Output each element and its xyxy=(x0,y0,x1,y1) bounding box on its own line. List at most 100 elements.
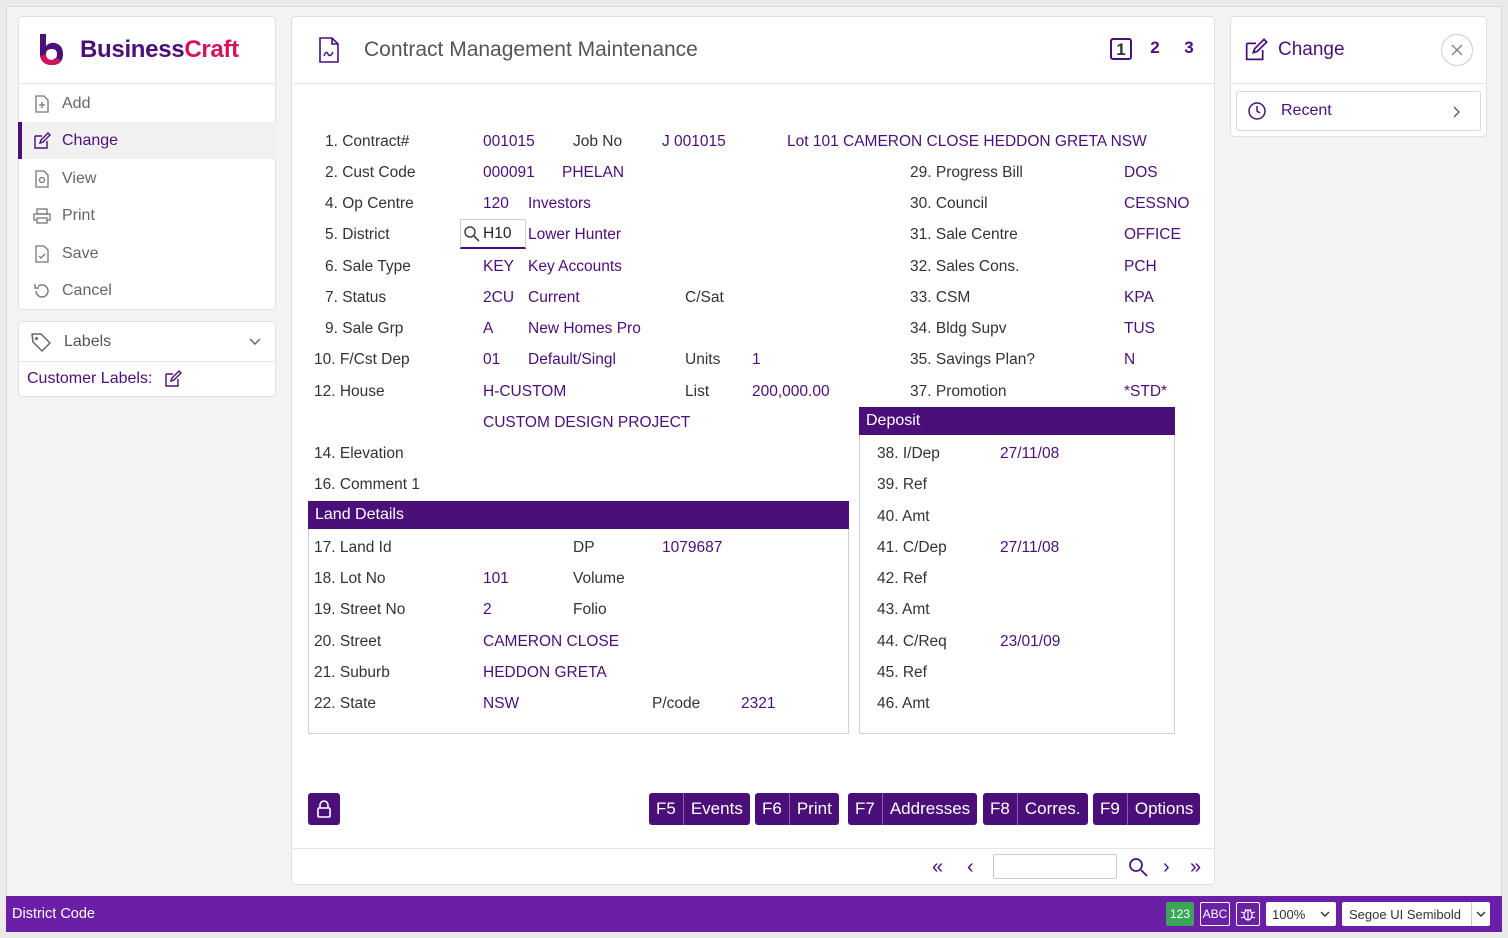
street-value[interactable]: CAMERON CLOSE xyxy=(483,633,619,651)
op-centre-name: Investors xyxy=(528,195,591,212)
council-value[interactable]: CESSNO xyxy=(1124,195,1189,213)
sale-centre-value[interactable]: OFFICE xyxy=(1124,226,1181,244)
pcode-value[interactable]: 2321 xyxy=(741,695,775,713)
list-label: List xyxy=(685,383,710,400)
search-icon[interactable] xyxy=(463,225,480,242)
sidebar-item-view[interactable]: View xyxy=(18,160,276,197)
f8-corres-button[interactable]: F8 Corres. xyxy=(983,793,1088,825)
sale-type-name: Key Accounts xyxy=(528,258,622,275)
prev-record-icon[interactable]: ‹ xyxy=(967,856,974,879)
recent-button[interactable]: Recent xyxy=(1236,91,1481,131)
idep-value[interactable]: 27/11/08 xyxy=(1000,445,1059,463)
bug-report-icon[interactable] xyxy=(1236,902,1260,926)
close-button[interactable] xyxy=(1441,34,1473,66)
page-tab-1[interactable]: 1 xyxy=(1110,38,1132,60)
state-value[interactable]: NSW xyxy=(483,695,519,713)
page-tab-2[interactable]: 2 xyxy=(1144,38,1166,60)
f6-print-button[interactable]: F6 Print xyxy=(755,793,839,825)
csm-value[interactable]: KPA xyxy=(1124,289,1154,307)
sale-type-value[interactable]: KEY xyxy=(483,258,514,276)
sidebar-item-print[interactable]: Print xyxy=(18,197,276,234)
house-label: 12. House xyxy=(314,383,385,400)
sidebar-item-label: Change xyxy=(62,131,119,149)
status-label: 7. Status xyxy=(325,289,387,306)
chevron-down-icon xyxy=(1320,911,1330,917)
district-input[interactable]: H10 xyxy=(460,219,526,249)
dp-value[interactable]: 1079687 xyxy=(662,539,722,557)
f7-addresses-button[interactable]: F7 Addresses xyxy=(848,793,978,825)
street-label: 20. Street xyxy=(314,633,382,650)
page-tab-3[interactable]: 3 xyxy=(1178,38,1200,60)
sidebar-item-change[interactable]: Change xyxy=(18,122,276,159)
lot-no-value[interactable]: 101 xyxy=(483,570,509,588)
creq-value[interactable]: 23/01/09 xyxy=(1000,633,1060,651)
op-centre-value[interactable]: 120 xyxy=(483,195,509,213)
elevation-label: 14. Elevation xyxy=(314,445,404,462)
zoom-select[interactable]: 100% xyxy=(1266,902,1336,926)
sidebar-item-label: Print xyxy=(62,206,95,224)
sidebar-item-cancel[interactable]: Cancel xyxy=(18,272,276,309)
sidebar-item-add[interactable]: Add xyxy=(18,85,276,122)
progress-bill-value[interactable]: DOS xyxy=(1124,164,1158,182)
district-label: 5. District xyxy=(325,226,390,243)
record-search-icon[interactable] xyxy=(1128,857,1148,877)
status-name: Current xyxy=(528,289,580,306)
fkey-label: Corres. xyxy=(1024,799,1081,818)
edit-labels-icon[interactable] xyxy=(164,370,183,388)
progress-bill-label: 29. Progress Bill xyxy=(910,164,1023,181)
house-value[interactable]: H-CUSTOM xyxy=(483,383,566,401)
sidebar-item-label: Save xyxy=(62,244,99,262)
font-dropdown-toggle[interactable] xyxy=(1471,902,1486,926)
contract-value[interactable]: 001015 xyxy=(483,133,535,151)
last-record-icon[interactable]: » xyxy=(1190,856,1201,879)
tag-icon xyxy=(31,332,51,352)
contract-address: Lot 101 CAMERON CLOSE HEDDON GRETA NSW xyxy=(787,133,1147,150)
customer-labels-label: Customer Labels: xyxy=(27,370,153,387)
cust-code-value[interactable]: 000091 xyxy=(483,164,535,182)
sale-grp-value[interactable]: A xyxy=(483,320,493,338)
fkey-label: Addresses xyxy=(889,799,971,818)
savings-plan-value[interactable]: N xyxy=(1124,351,1135,369)
cdep-value[interactable]: 27/11/08 xyxy=(1000,539,1059,557)
lock-button[interactable] xyxy=(308,793,340,825)
labels-title: Labels xyxy=(64,332,112,350)
fkey-label: Options xyxy=(1134,799,1194,818)
folio-label: Folio xyxy=(573,601,607,618)
lot-no-label: 18. Lot No xyxy=(314,570,386,587)
promotion-value[interactable]: *STD* xyxy=(1124,383,1167,401)
status-bar-tools: 123 ABC 100% Segoe UI Semibold xyxy=(1166,902,1490,926)
street-no-value[interactable]: 2 xyxy=(483,601,492,619)
status-value[interactable]: 2CU xyxy=(483,289,514,307)
savings-plan-label: 35. Savings Plan? xyxy=(910,351,1035,368)
promotion-label: 37. Promotion xyxy=(910,383,1007,400)
view-doc-icon xyxy=(32,169,52,189)
sale-centre-label: 31. Sale Centre xyxy=(910,226,1018,243)
fcst-dep-value[interactable]: 01 xyxy=(483,351,500,369)
cdep-label: 41. C/Dep xyxy=(877,539,947,556)
right-panel-header: Change xyxy=(1230,16,1487,84)
next-record-icon[interactable]: › xyxy=(1163,856,1170,879)
sidebar-item-label: Cancel xyxy=(62,281,112,299)
sale-grp-label: 9. Sale Grp xyxy=(325,320,404,337)
bldg-supv-value[interactable]: TUS xyxy=(1124,320,1155,338)
font-select[interactable]: Segoe UI Semibold xyxy=(1342,902,1490,926)
district-value: H10 xyxy=(483,224,512,242)
units-value[interactable]: 1 xyxy=(752,351,761,369)
list-value[interactable]: 200,000.00 xyxy=(752,383,830,401)
ref2-label: 42. Ref xyxy=(877,570,927,587)
fkey-code: F8 xyxy=(983,793,1018,825)
f9-options-button[interactable]: F9 Options xyxy=(1093,793,1201,825)
sales-cons-label: 32. Sales Cons. xyxy=(910,258,1020,275)
jobno-value[interactable]: J 001015 xyxy=(662,133,726,151)
suburb-value[interactable]: HEDDON GRETA xyxy=(483,664,607,682)
contract-doc-icon xyxy=(319,36,339,63)
first-record-icon[interactable]: « xyxy=(932,856,943,879)
chevron-down-icon xyxy=(1476,911,1486,917)
caps-indicator: ABC xyxy=(1200,902,1230,926)
f5-events-button[interactable]: F5 Events xyxy=(649,793,750,825)
record-search-input[interactable] xyxy=(993,854,1117,879)
fcst-dep-name: Default/Singl xyxy=(528,351,616,368)
sales-cons-value[interactable]: PCH xyxy=(1124,258,1157,276)
labels-dropdown[interactable]: Labels xyxy=(18,322,276,362)
sidebar-item-save[interactable]: Save xyxy=(18,235,276,272)
